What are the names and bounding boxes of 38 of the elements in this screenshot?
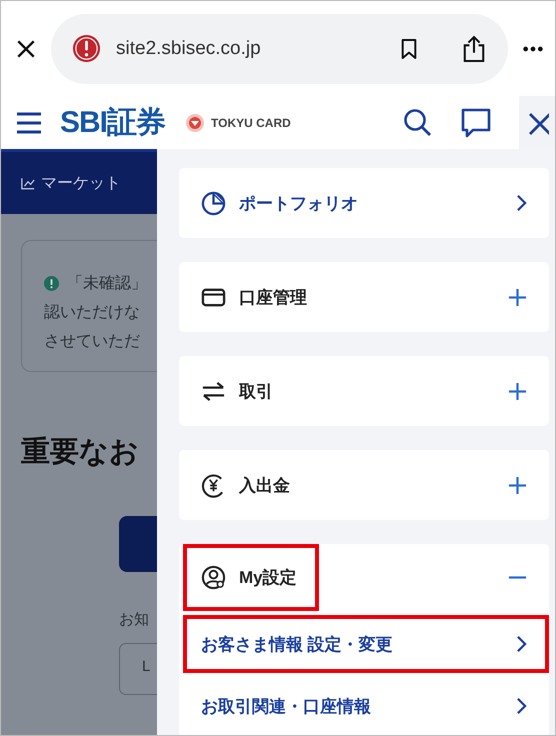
plus-icon[interactable]: [508, 288, 527, 306]
menu-item[interactable]: 入出金: [239, 474, 290, 496]
pie-chart-icon: [201, 190, 226, 216]
plus-icon[interactable]: [508, 476, 527, 494]
chevron-right-icon[interactable]: [516, 635, 527, 653]
more-icon[interactable]: [522, 44, 544, 52]
notice-text: 「未確認」: [67, 274, 147, 294]
submenu-item[interactable]: お客さま情報 設定・変更: [201, 632, 393, 656]
partner-logo-icon: [185, 112, 206, 132]
warning-icon: [71, 33, 102, 64]
chat-icon[interactable]: [461, 108, 491, 138]
section-heading: 重要なお: [21, 435, 140, 470]
logo: SBI証券: [60, 105, 166, 141]
submenu-item[interactable]: お取引関連・口座情報: [201, 694, 371, 718]
share-icon[interactable]: [462, 34, 486, 64]
plus-icon[interactable]: [508, 382, 527, 400]
url-text: site2.sbisec.co.jp: [116, 38, 262, 60]
menu-item[interactable]: ポートフォリオ: [239, 192, 358, 214]
close-icon[interactable]: [527, 110, 549, 134]
bookmark-icon[interactable]: [400, 38, 418, 60]
chevron-right-icon[interactable]: [516, 194, 527, 212]
menu-icon[interactable]: [16, 112, 42, 134]
partner-logo-text: TOKYU CARD: [211, 116, 291, 130]
notice-text: 認いただけな: [44, 302, 140, 323]
menu-item[interactable]: 取引: [239, 380, 273, 402]
close-icon[interactable]: [15, 38, 37, 60]
alert-icon: [44, 276, 59, 291]
user-settings-icon: [201, 565, 226, 590]
yen-coin-icon: [201, 472, 226, 498]
notice-text: させていただ: [44, 332, 140, 352]
market-tab[interactable]: マーケット: [1, 152, 157, 214]
menu-item[interactable]: 口座管理: [239, 286, 307, 308]
caption-text: お知: [119, 610, 150, 629]
chevron-right-icon[interactable]: [516, 697, 527, 715]
address-bar[interactable]: site2.sbisec.co.jp: [51, 14, 508, 84]
search-icon[interactable]: [403, 108, 433, 138]
chart-icon: [21, 176, 35, 190]
menu-item[interactable]: My設定: [239, 566, 297, 589]
